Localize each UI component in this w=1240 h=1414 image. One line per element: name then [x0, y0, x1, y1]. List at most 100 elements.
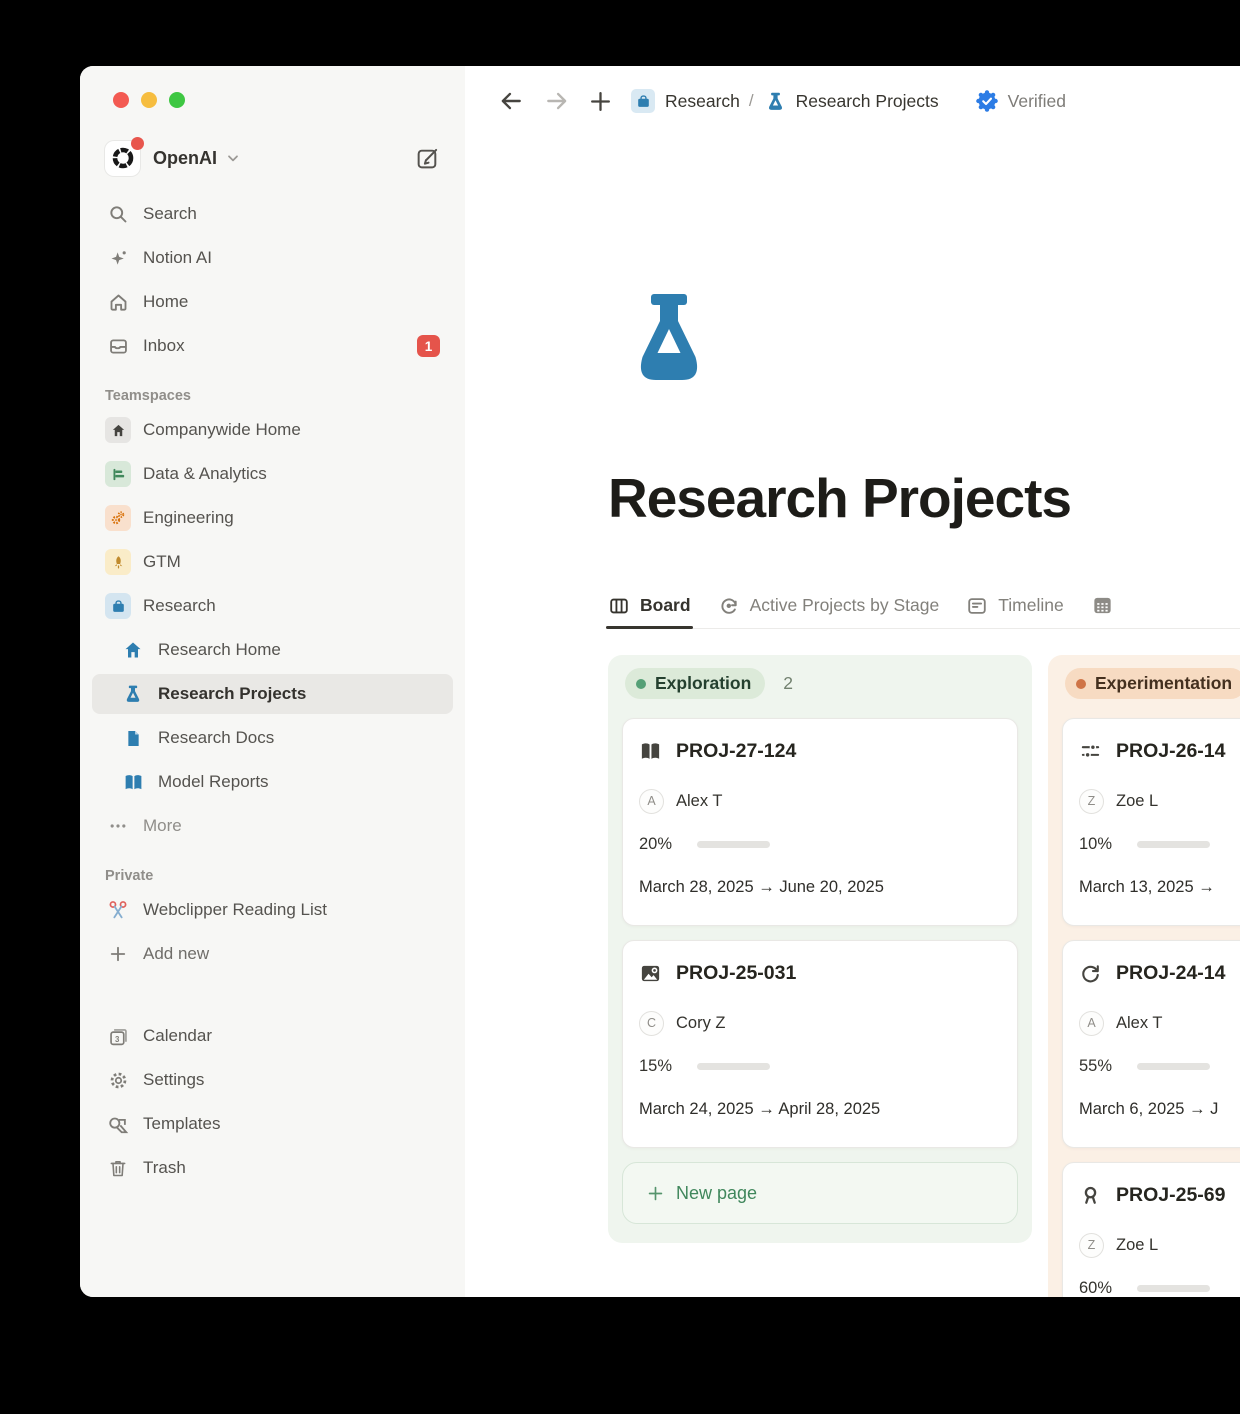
column-name: Experimentation: [1095, 673, 1232, 694]
card-title: PROJ-24-14: [1116, 962, 1225, 985]
progress-label: 15%: [639, 1057, 681, 1076]
calendar-view-icon: [1091, 594, 1114, 617]
sidebar-item-calendar[interactable]: 3 Calendar: [92, 1016, 453, 1056]
private-section-label[interactable]: Private: [105, 868, 465, 884]
board-column-exploration: Exploration 2 PROJ-27-124 A Alex T 20%: [608, 655, 1032, 1243]
date-range: March 6, 2025 → J: [1079, 1100, 1240, 1119]
avatar: A: [639, 789, 664, 814]
page-flask-icon[interactable]: [628, 294, 710, 388]
card-title: PROJ-25-69: [1116, 1184, 1225, 1207]
tab-label: Active Projects by Stage: [750, 595, 940, 616]
assignee-name: Cory Z: [676, 1014, 726, 1033]
sidebar-item-companywide-home[interactable]: Companywide Home: [92, 410, 453, 450]
timeline-view-icon: [966, 595, 988, 617]
bar-chart-icon: [105, 461, 131, 487]
board-column-experimentation: Experimentation PROJ-26-14 Z Zoe L 10%: [1048, 655, 1240, 1297]
column-count: 2: [783, 673, 793, 694]
sidebar-item-label: More: [143, 816, 182, 836]
sidebar-item-add-new[interactable]: Add new: [92, 934, 453, 974]
sidebar-item-research[interactable]: Research: [92, 586, 453, 626]
sidebar-item-label: Model Reports: [158, 772, 269, 792]
assignee-name: Alex T: [1116, 1014, 1162, 1033]
minimize-window-button[interactable]: [141, 92, 157, 108]
sidebar-item-research-docs[interactable]: Research Docs: [92, 718, 453, 758]
card-title: PROJ-26-14: [1116, 740, 1225, 763]
avatar: Z: [1079, 1233, 1104, 1258]
sidebar-item-label: Companywide Home: [143, 420, 301, 440]
breadcrumb-research[interactable]: Research: [665, 91, 740, 112]
sidebar-item-label: Webclipper Reading List: [143, 900, 327, 920]
new-page-button[interactable]: New page: [622, 1162, 1018, 1224]
sidebar-item-inbox[interactable]: Inbox 1: [92, 326, 453, 366]
app-window: OpenAI Search Notion AI Home: [80, 66, 1240, 1297]
project-card[interactable]: PROJ-27-124 A Alex T 20% March 28, 2025 …: [622, 718, 1018, 926]
forward-arrow-icon[interactable]: [544, 88, 570, 114]
sidebar-item-label: Home: [143, 292, 188, 312]
sidebar-item-research-projects[interactable]: Research Projects: [92, 674, 453, 714]
progress-bar: [1137, 841, 1210, 848]
sidebar-item-label: Research: [143, 596, 216, 616]
sidebar-item-label: Search: [143, 204, 197, 224]
card-title: PROJ-27-124: [676, 740, 796, 763]
tab-active-projects-by-stage[interactable]: Active Projects by Stage: [718, 583, 940, 628]
sidebar-item-research-home[interactable]: Research Home: [92, 630, 453, 670]
sidebar-item-label: Data & Analytics: [143, 464, 267, 484]
top-bar: Research / Research Projects Verified: [465, 66, 1240, 136]
assignee-name: Alex T: [676, 792, 722, 811]
workspace-switcher[interactable]: OpenAI: [92, 136, 453, 180]
sidebar-item-home[interactable]: Home: [92, 282, 453, 322]
progress-label: 55%: [1079, 1057, 1121, 1076]
date-range: March 13, 2025 →: [1079, 878, 1240, 897]
project-card[interactable]: PROJ-24-14 A Alex T 55% March 6, 2025 → …: [1062, 940, 1240, 1148]
progress-bar: [697, 841, 770, 848]
status-badge[interactable]: Exploration: [625, 668, 765, 699]
open-book-icon: [639, 740, 662, 763]
inbox-badge: 1: [417, 335, 440, 357]
sidebar-item-search[interactable]: Search: [92, 194, 453, 234]
project-card[interactable]: PROJ-26-14 Z Zoe L 10% March 13, 2025 →: [1062, 718, 1240, 926]
sidebar-item-notion-ai[interactable]: Notion AI: [92, 238, 453, 278]
column-header: Exploration 2: [622, 668, 1018, 699]
sidebar-item-more[interactable]: More: [92, 806, 453, 846]
sidebar-item-label: Trash: [143, 1158, 186, 1178]
progress-bar: [697, 1063, 770, 1070]
breadcrumb-research-projects[interactable]: Research Projects: [796, 91, 939, 112]
briefcase-icon[interactable]: [631, 89, 655, 113]
plus-icon[interactable]: [588, 89, 613, 114]
close-window-button[interactable]: [113, 92, 129, 108]
chevron-down-icon: [225, 150, 241, 166]
status-badge[interactable]: Experimentation: [1065, 668, 1240, 699]
status-dot-icon: [636, 679, 646, 689]
flask-icon: [120, 684, 146, 704]
sidebar-item-trash[interactable]: Trash: [92, 1148, 453, 1188]
compose-icon[interactable]: [415, 146, 440, 171]
sidebar-item-data-analytics[interactable]: Data & Analytics: [92, 454, 453, 494]
tab-board[interactable]: Board: [608, 583, 691, 628]
home-icon: [105, 292, 131, 313]
card-title: PROJ-25-031: [676, 962, 796, 985]
back-arrow-icon[interactable]: [498, 88, 524, 114]
zoom-window-button[interactable]: [169, 92, 185, 108]
board: Exploration 2 PROJ-27-124 A Alex T 20%: [608, 655, 1240, 1297]
avatar: Z: [1079, 789, 1104, 814]
sidebar-item-label: Templates: [143, 1114, 220, 1134]
sidebar-item-settings[interactable]: Settings: [92, 1060, 453, 1100]
sidebar-item-label: Calendar: [143, 1026, 212, 1046]
main-content: Research / Research Projects Verified Re…: [465, 66, 1240, 1297]
sidebar-item-engineering[interactable]: Engineering: [92, 498, 453, 538]
search-icon: [105, 204, 131, 225]
tab-calendar[interactable]: [1091, 583, 1114, 628]
flask-icon[interactable]: [765, 91, 786, 112]
sidebar-item-label: Research Docs: [158, 728, 274, 748]
tab-timeline[interactable]: Timeline: [966, 583, 1063, 628]
sidebar-item-webclipper-reading-list[interactable]: Webclipper Reading List: [92, 890, 453, 930]
sidebar-item-gtm[interactable]: GTM: [92, 542, 453, 582]
teamspaces-section-label[interactable]: Teamspaces: [105, 388, 465, 404]
sidebar-item-model-reports[interactable]: Model Reports: [92, 762, 453, 802]
sidebar-item-templates[interactable]: Templates: [92, 1104, 453, 1144]
project-card[interactable]: PROJ-25-031 C Cory Z 15% March 24, 2025 …: [622, 940, 1018, 1148]
project-card[interactable]: PROJ-25-69 Z Zoe L 60%: [1062, 1162, 1240, 1297]
date-range: March 28, 2025 → June 20, 2025: [639, 878, 1001, 897]
new-page-label: New page: [676, 1183, 757, 1204]
page-title[interactable]: Research Projects: [608, 466, 1071, 530]
